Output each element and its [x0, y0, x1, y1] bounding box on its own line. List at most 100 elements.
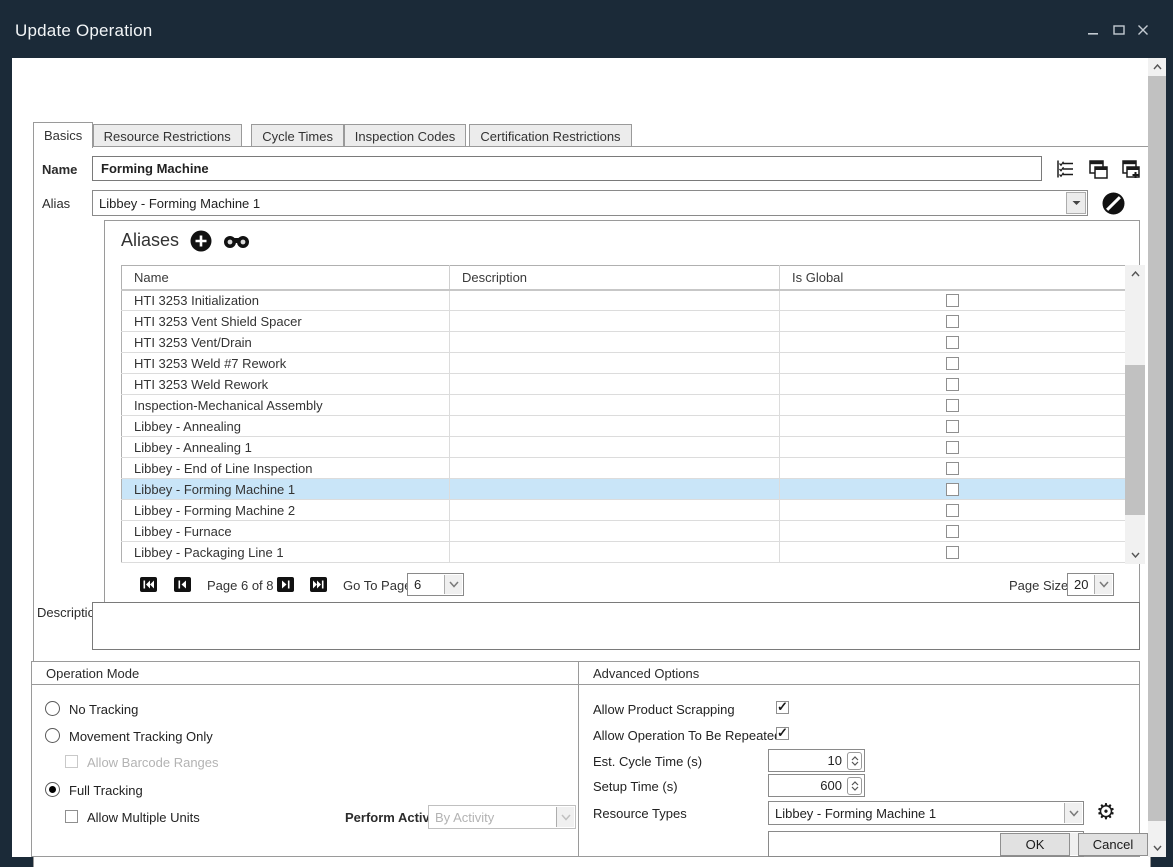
is-global-checkbox[interactable]: [946, 315, 959, 328]
is-global-checkbox[interactable]: [946, 504, 959, 517]
chevron-down-icon[interactable]: [1064, 803, 1082, 823]
scroll-down-icon[interactable]: [1125, 546, 1145, 564]
table-row[interactable]: Libbey - Annealing 1: [122, 437, 1126, 458]
gear-icon[interactable]: ⚙: [1094, 800, 1118, 824]
alias-name-cell[interactable]: Libbey - Packaging Line 1: [122, 542, 450, 563]
is-global-checkbox[interactable]: [946, 546, 959, 559]
table-row[interactable]: Libbey - Forming Machine 2: [122, 500, 1126, 521]
scroll-down-icon[interactable]: [1148, 839, 1166, 857]
alias-description-cell[interactable]: [450, 500, 780, 521]
table-row[interactable]: Libbey - Forming Machine 1: [122, 479, 1126, 500]
alias-name-cell[interactable]: Inspection-Mechanical Assembly: [122, 395, 450, 416]
column-header-name[interactable]: Name: [122, 266, 450, 290]
cancel-button[interactable]: Cancel: [1078, 833, 1148, 856]
scroll-up-icon[interactable]: [1148, 58, 1166, 76]
alias-description-cell[interactable]: [450, 332, 780, 353]
maximize-icon[interactable]: [1112, 24, 1132, 40]
chevron-down-icon[interactable]: [1094, 575, 1112, 594]
column-header-is-global[interactable]: Is Global: [780, 266, 1126, 290]
description-textarea[interactable]: [92, 602, 1140, 650]
alias-name-cell[interactable]: Libbey - Annealing: [122, 416, 450, 437]
page-size-select[interactable]: 20: [1067, 573, 1114, 596]
table-row[interactable]: HTI 3253 Initialization: [122, 290, 1126, 311]
alias-combobox[interactable]: Libbey - Forming Machine 1: [92, 190, 1088, 216]
resource-types-select[interactable]: Libbey - Forming Machine 1: [768, 801, 1084, 825]
alias-name-cell[interactable]: Libbey - End of Line Inspection: [122, 458, 450, 479]
tab-cycle-times[interactable]: Cycle Times: [251, 124, 344, 147]
last-page-icon[interactable]: [310, 577, 327, 592]
alias-name-cell[interactable]: HTI 3253 Vent/Drain: [122, 332, 450, 353]
allow-operation-repeated-checkbox[interactable]: [776, 727, 789, 740]
tab-inspection-codes[interactable]: Inspection Codes: [344, 124, 466, 147]
is-global-checkbox[interactable]: [946, 441, 959, 454]
alias-name-cell[interactable]: Libbey - Furnace: [122, 521, 450, 542]
movement-tracking-radio[interactable]: [45, 728, 60, 743]
is-global-checkbox[interactable]: [946, 294, 959, 307]
table-row[interactable]: Libbey - Furnace: [122, 521, 1126, 542]
column-header-description[interactable]: Description: [450, 266, 780, 290]
name-input[interactable]: Forming Machine: [92, 156, 1042, 181]
copy-window-icon[interactable]: [1087, 158, 1109, 180]
minimize-icon[interactable]: [1086, 24, 1106, 40]
is-global-checkbox[interactable]: [946, 420, 959, 433]
alias-name-cell[interactable]: Libbey - Forming Machine 1: [122, 479, 450, 500]
alias-name-cell[interactable]: Libbey - Annealing 1: [122, 437, 450, 458]
table-row[interactable]: HTI 3253 Weld Rework: [122, 374, 1126, 395]
alias-description-cell[interactable]: [450, 311, 780, 332]
setup-time-spinner[interactable]: 600: [768, 774, 865, 797]
spinner-updown-icon[interactable]: [847, 777, 862, 795]
full-tracking-radio[interactable]: [45, 782, 60, 797]
allow-multiple-units-checkbox[interactable]: [65, 810, 78, 823]
scroll-up-icon[interactable]: [1125, 265, 1145, 283]
alias-description-cell[interactable]: [450, 374, 780, 395]
scrollbar-thumb[interactable]: [1148, 76, 1166, 821]
no-tracking-radio[interactable]: [45, 701, 60, 716]
table-row[interactable]: Libbey - End of Line Inspection: [122, 458, 1126, 479]
close-icon[interactable]: [1136, 24, 1156, 40]
table-row[interactable]: Inspection-Mechanical Assembly: [122, 395, 1126, 416]
alias-name-cell[interactable]: HTI 3253 Initialization: [122, 290, 450, 311]
tab-basics[interactable]: Basics: [33, 122, 93, 148]
first-page-icon[interactable]: [140, 577, 157, 592]
add-alias-icon[interactable]: [190, 230, 212, 252]
alias-name-cell[interactable]: Libbey - Forming Machine 2: [122, 500, 450, 521]
is-global-checkbox[interactable]: [946, 483, 959, 496]
alias-name-cell[interactable]: HTI 3253 Weld Rework: [122, 374, 450, 395]
go-to-page-select[interactable]: 6: [407, 573, 464, 596]
copy-window-add-icon[interactable]: [1120, 158, 1142, 180]
chevron-down-icon[interactable]: [444, 575, 462, 594]
next-page-icon[interactable]: [277, 577, 294, 592]
alias-dropdown-icon[interactable]: [1066, 192, 1086, 214]
tab-certification-restrictions[interactable]: Certification Restrictions: [469, 124, 631, 147]
aliases-table-scrollbar[interactable]: [1125, 265, 1145, 564]
is-global-checkbox[interactable]: [946, 357, 959, 370]
table-row[interactable]: HTI 3253 Weld #7 Rework: [122, 353, 1126, 374]
alias-name-cell[interactable]: HTI 3253 Weld #7 Rework: [122, 353, 450, 374]
scrollbar-thumb[interactable]: [1125, 365, 1145, 515]
main-scrollbar[interactable]: [1148, 58, 1166, 857]
est-cycle-time-spinner[interactable]: 10: [768, 749, 865, 772]
tab-resource-restrictions[interactable]: Resource Restrictions: [93, 124, 242, 147]
ok-button[interactable]: OK: [1000, 833, 1070, 856]
edit-list-icon[interactable]: [1054, 158, 1076, 180]
alias-description-cell[interactable]: [450, 416, 780, 437]
table-row[interactable]: Libbey - Packaging Line 1: [122, 542, 1126, 563]
alias-description-cell[interactable]: [450, 353, 780, 374]
table-row[interactable]: HTI 3253 Vent/Drain: [122, 332, 1126, 353]
alias-description-cell[interactable]: [450, 395, 780, 416]
alias-description-cell[interactable]: [450, 542, 780, 563]
alias-description-cell[interactable]: [450, 479, 780, 500]
search-binoculars-icon[interactable]: [222, 234, 250, 249]
is-global-checkbox[interactable]: [946, 336, 959, 349]
is-global-checkbox[interactable]: [946, 378, 959, 391]
spinner-updown-icon[interactable]: [847, 752, 862, 770]
allow-product-scrapping-checkbox[interactable]: [776, 701, 789, 714]
alias-description-cell[interactable]: [450, 458, 780, 479]
is-global-checkbox[interactable]: [946, 462, 959, 475]
is-global-checkbox[interactable]: [946, 525, 959, 538]
alias-description-cell[interactable]: [450, 437, 780, 458]
alias-name-cell[interactable]: HTI 3253 Vent Shield Spacer: [122, 311, 450, 332]
table-row[interactable]: HTI 3253 Vent Shield Spacer: [122, 311, 1126, 332]
table-row[interactable]: Libbey - Annealing: [122, 416, 1126, 437]
block-icon[interactable]: [1101, 191, 1125, 215]
